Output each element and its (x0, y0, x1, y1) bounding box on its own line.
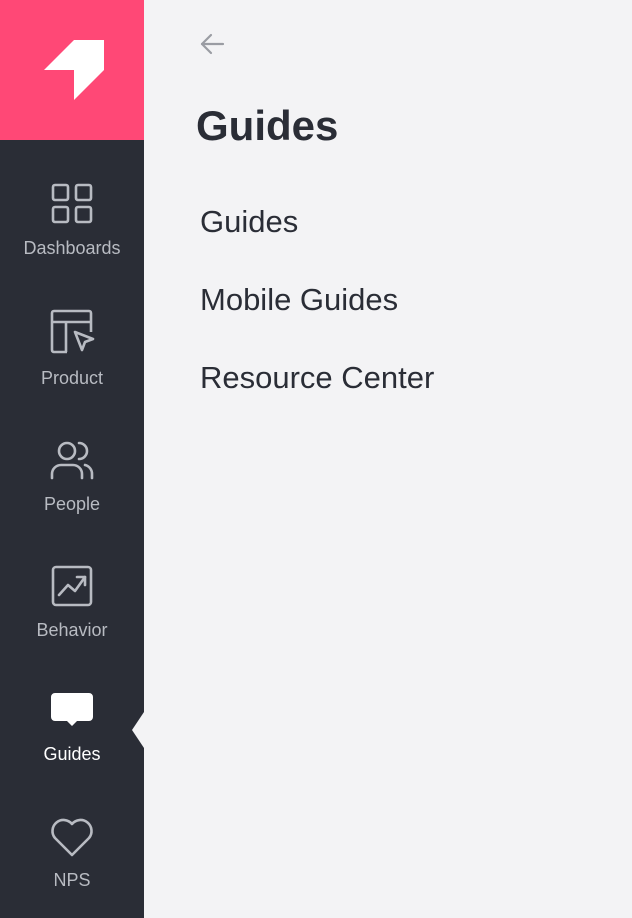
people-icon (49, 438, 95, 484)
secondary-nav-panel: Guides Guides Mobile Guides Resource Cen… (144, 0, 632, 918)
grid-icon (49, 182, 95, 228)
sidebar-item-label: Dashboards (23, 238, 121, 258)
app-window: Dashboards Product People Behavior Guide… (0, 0, 632, 918)
arrow-left-icon (200, 33, 225, 55)
sidebar-item-dashboards[interactable]: Dashboards (0, 182, 144, 292)
sidebar-item-label: Behavior (36, 620, 108, 640)
logo-block[interactable] (0, 0, 144, 140)
sidebar-item-behavior[interactable]: Behavior (0, 563, 144, 673)
sidebar-item-label: Guides (43, 744, 101, 764)
layout-cursor-icon (49, 308, 95, 354)
guides-menu: Guides Mobile Guides Resource Center (200, 198, 434, 432)
menu-item-guides[interactable]: Guides (200, 198, 434, 246)
page-title: Guides (196, 102, 339, 149)
pendo-logo-icon (44, 40, 104, 100)
menu-item-mobile-guides[interactable]: Mobile Guides (200, 276, 434, 324)
speech-bubble-icon (49, 690, 95, 736)
trend-chart-icon (49, 563, 95, 609)
sidebar-item-product[interactable]: Product (0, 308, 144, 418)
active-indicator (132, 712, 144, 748)
sidebar-rail: Dashboards Product People Behavior Guide… (0, 0, 144, 918)
sidebar-item-guides[interactable]: Guides (0, 690, 144, 800)
menu-item-resource-center[interactable]: Resource Center (200, 354, 434, 402)
heart-icon (49, 814, 95, 860)
sidebar-item-label: NPS (53, 870, 91, 890)
sidebar-item-label: People (43, 494, 101, 514)
sidebar-item-people[interactable]: People (0, 438, 144, 548)
sidebar-item-nps[interactable]: NPS (0, 814, 144, 918)
back-button[interactable] (196, 28, 228, 60)
sidebar-item-label: Product (40, 368, 104, 388)
